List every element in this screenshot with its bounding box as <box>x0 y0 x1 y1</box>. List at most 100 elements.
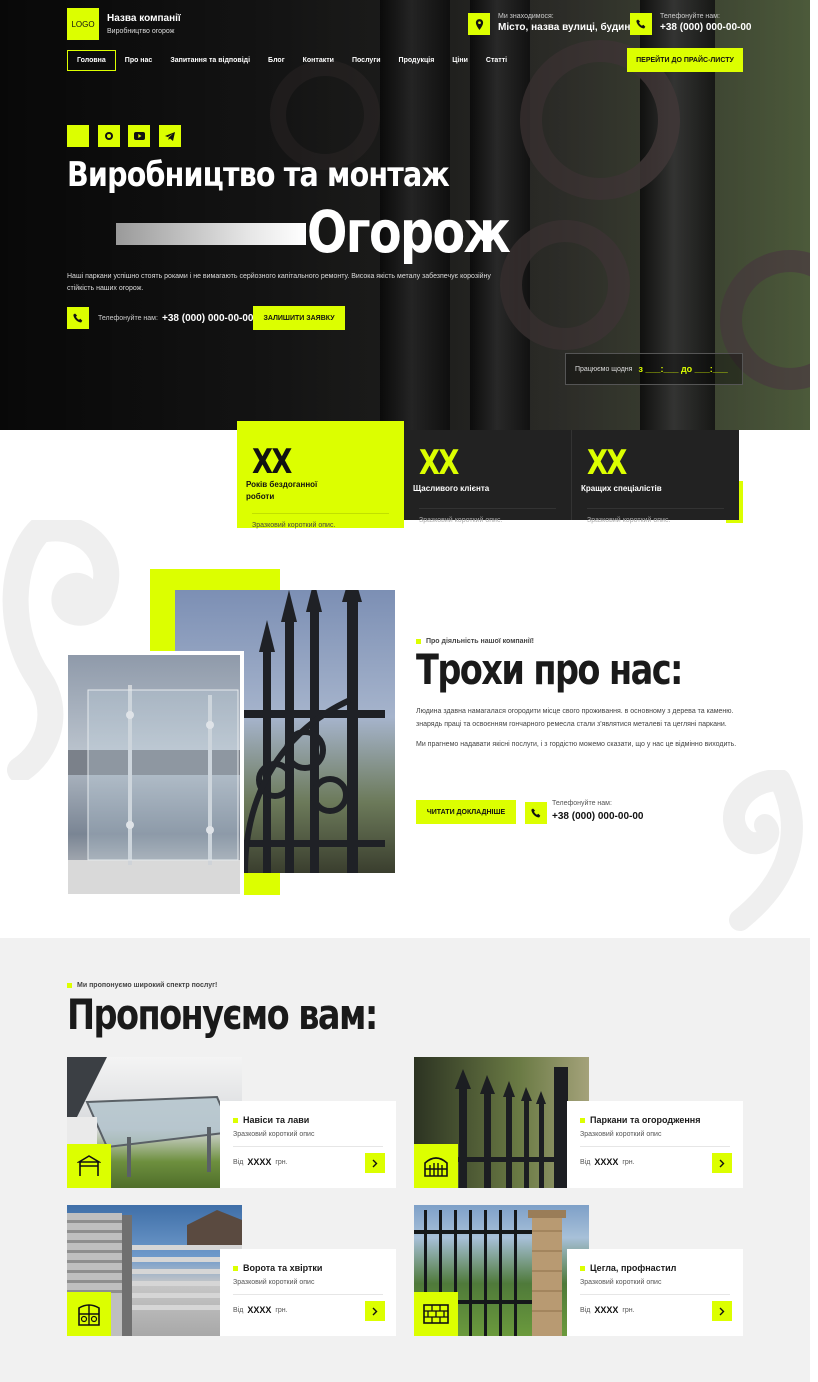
phone-label: Телефонуйте нам: <box>660 13 720 20</box>
location-value: Місто, назва вулиці, будинок <box>498 22 642 33</box>
stat-number: XX <box>252 442 292 482</box>
price-value: XXXX <box>594 1157 619 1167</box>
phone-icon <box>630 13 652 35</box>
phone-value[interactable]: +38 (000) 000-00-00 <box>660 22 751 33</box>
brick-icon <box>414 1292 458 1336</box>
service-title: Навіси та лави <box>233 1115 396 1125</box>
service-desc: Зразковий короткий опис <box>233 1131 383 1147</box>
location-pin-icon <box>468 13 490 35</box>
nav-item-faq[interactable]: Запитання та відповіді <box>161 50 259 71</box>
bullet-icon <box>233 1117 238 1123</box>
hero-title-line1: Виробництво та монтаж <box>67 155 450 195</box>
about-paragraph-2: Ми прагнемо надавати якісні послуги, і з… <box>416 741 737 748</box>
price-from: Від <box>233 1306 244 1314</box>
nav-item-blog[interactable]: Блог <box>259 50 294 71</box>
nav-item-articles[interactable]: Статті <box>477 50 516 71</box>
bullet-icon <box>416 639 421 644</box>
nav-item-services[interactable]: Послуги <box>343 50 390 71</box>
nav-item-home[interactable]: Головна <box>67 50 116 71</box>
bullet-icon <box>580 1265 585 1271</box>
service-desc: Зразковий короткий опис <box>580 1279 730 1295</box>
price-value: XXXX <box>594 1305 619 1315</box>
working-hours: Працюємо щодня з ___:___ до ___:___ <box>565 353 743 385</box>
logo[interactable]: LOGO <box>67 8 99 40</box>
service-card-fences[interactable]: Паркани та огородження Зразковий коротки… <box>414 1057 744 1188</box>
gate-icon <box>67 1292 111 1336</box>
bullet-icon <box>233 1265 238 1271</box>
stat-clients: XX Щасливого клієнта Зразковий короткий … <box>404 430 571 524</box>
location-label: Ми знаходимося: <box>498 13 554 20</box>
service-card-gates[interactable]: Ворота та хвіртки Зразковий короткий опи… <box>67 1205 397 1336</box>
page: LOGO Назва компанії Виробництво огорож М… <box>0 0 818 1382</box>
company-name: Назва компанії <box>107 13 181 24</box>
telegram-icon[interactable] <box>159 125 181 147</box>
service-card-bricks[interactable]: Цегла, профнастил Зразковий короткий опи… <box>414 1205 744 1336</box>
gazebo-icon <box>67 1144 111 1188</box>
price-from: Від <box>580 1158 591 1166</box>
stat-number: XX <box>419 443 459 483</box>
price-from: Від <box>580 1306 591 1314</box>
service-title-text: Цегла, профнастил <box>590 1263 677 1273</box>
price-unit: грн. <box>622 1306 635 1314</box>
service-panel: Цегла, профнастил Зразковий короткий опи… <box>567 1249 743 1336</box>
services-eyebrow: Ми пропонуємо широкий спектр послуг! <box>67 982 217 989</box>
youtube-icon[interactable] <box>128 125 150 147</box>
apply-button[interactable]: ЗАЛИШИТИ ЗАЯВКУ <box>253 306 345 330</box>
whatsapp-icon[interactable] <box>98 125 120 147</box>
stat-label: Щасливого клієнта <box>413 483 490 493</box>
main-nav: Головна Про нас Запитання та відповіді Б… <box>67 50 516 71</box>
price-unit: грн. <box>275 1306 288 1314</box>
price-from: Від <box>233 1158 244 1166</box>
company-tagline: Виробництво огорож <box>107 28 175 35</box>
service-desc: Зразковий короткий опис <box>233 1279 383 1295</box>
service-title-text: Паркани та огородження <box>590 1115 701 1125</box>
read-more-button[interactable]: ЧИТАТИ ДОКЛАДНІШЕ <box>416 800 516 824</box>
service-panel: Навіси та лави Зразковий короткий опис В… <box>220 1101 396 1188</box>
stat-desc: Зразковий короткий опис. <box>587 508 724 524</box>
stat-desc: Зразковий короткий опис. <box>252 513 389 529</box>
price-list-button[interactable]: ПЕРЕЙТИ ДО ПРАЙС-ЛИСТУ <box>627 48 743 72</box>
about-accent <box>244 873 280 895</box>
chevron-right-icon[interactable] <box>365 1153 385 1173</box>
nav-item-contacts[interactable]: Контакти <box>294 50 343 71</box>
service-desc: Зразковий короткий опис <box>580 1131 730 1147</box>
nav-item-about[interactable]: Про нас <box>116 50 162 71</box>
hero-phone-value[interactable]: +38 (000) 000-00-00 <box>162 313 253 324</box>
fence-icon <box>414 1144 458 1188</box>
decorative-ornament <box>723 770 803 931</box>
stat-label: Років бездоганної роботи <box>246 480 318 501</box>
service-title-text: Навіси та лави <box>243 1115 310 1125</box>
about-accent <box>150 569 175 659</box>
phone-icon <box>525 802 547 824</box>
square-icon[interactable] <box>67 125 89 147</box>
bullet-icon <box>67 983 72 988</box>
services-eyebrow-text: Ми пропонуємо широкий спектр послуг! <box>77 982 218 989</box>
about-image-glass <box>68 655 240 894</box>
phone-icon <box>67 307 89 329</box>
service-panel: Паркани та огородження Зразковий коротки… <box>567 1101 743 1188</box>
about-eyebrow-text: Про діяльність нашої компанії! <box>426 638 535 645</box>
service-card-canopies[interactable]: Навіси та лави Зразковий короткий опис В… <box>67 1057 397 1188</box>
bullet-icon <box>580 1117 585 1123</box>
price-value: XXXX <box>247 1157 272 1167</box>
nav-item-products[interactable]: Продукція <box>390 50 444 71</box>
about-title: Трохи про нас: <box>416 645 683 694</box>
service-title: Паркани та огородження <box>580 1115 743 1125</box>
about-eyebrow: Про діяльність нашої компанії! <box>416 638 534 645</box>
hours-label: Працюємо щодня <box>575 365 633 373</box>
hero-phone-label: Телефонуйте нам: <box>98 315 158 322</box>
service-title-text: Ворота та хвіртки <box>243 1263 323 1273</box>
chevron-right-icon[interactable] <box>365 1301 385 1321</box>
hero-text: Наші паркани успішно стоять роками і не … <box>67 273 491 292</box>
nav-item-prices[interactable]: Ціни <box>443 50 477 71</box>
services-title: Пропонуємо вам: <box>67 990 378 1039</box>
stat-label: Кращих спеціалістів <box>581 483 662 493</box>
price-unit: грн. <box>275 1158 288 1166</box>
chevron-right-icon[interactable] <box>712 1301 732 1321</box>
chevron-right-icon[interactable] <box>712 1153 732 1173</box>
service-title: Ворота та хвіртки <box>233 1263 396 1273</box>
hero-title-strip <box>116 223 306 245</box>
price-unit: грн. <box>622 1158 635 1166</box>
stat-years: XX Років бездоганної роботи Зразковий ко… <box>237 421 404 529</box>
about-phone-value[interactable]: +38 (000) 000-00-00 <box>552 811 643 822</box>
